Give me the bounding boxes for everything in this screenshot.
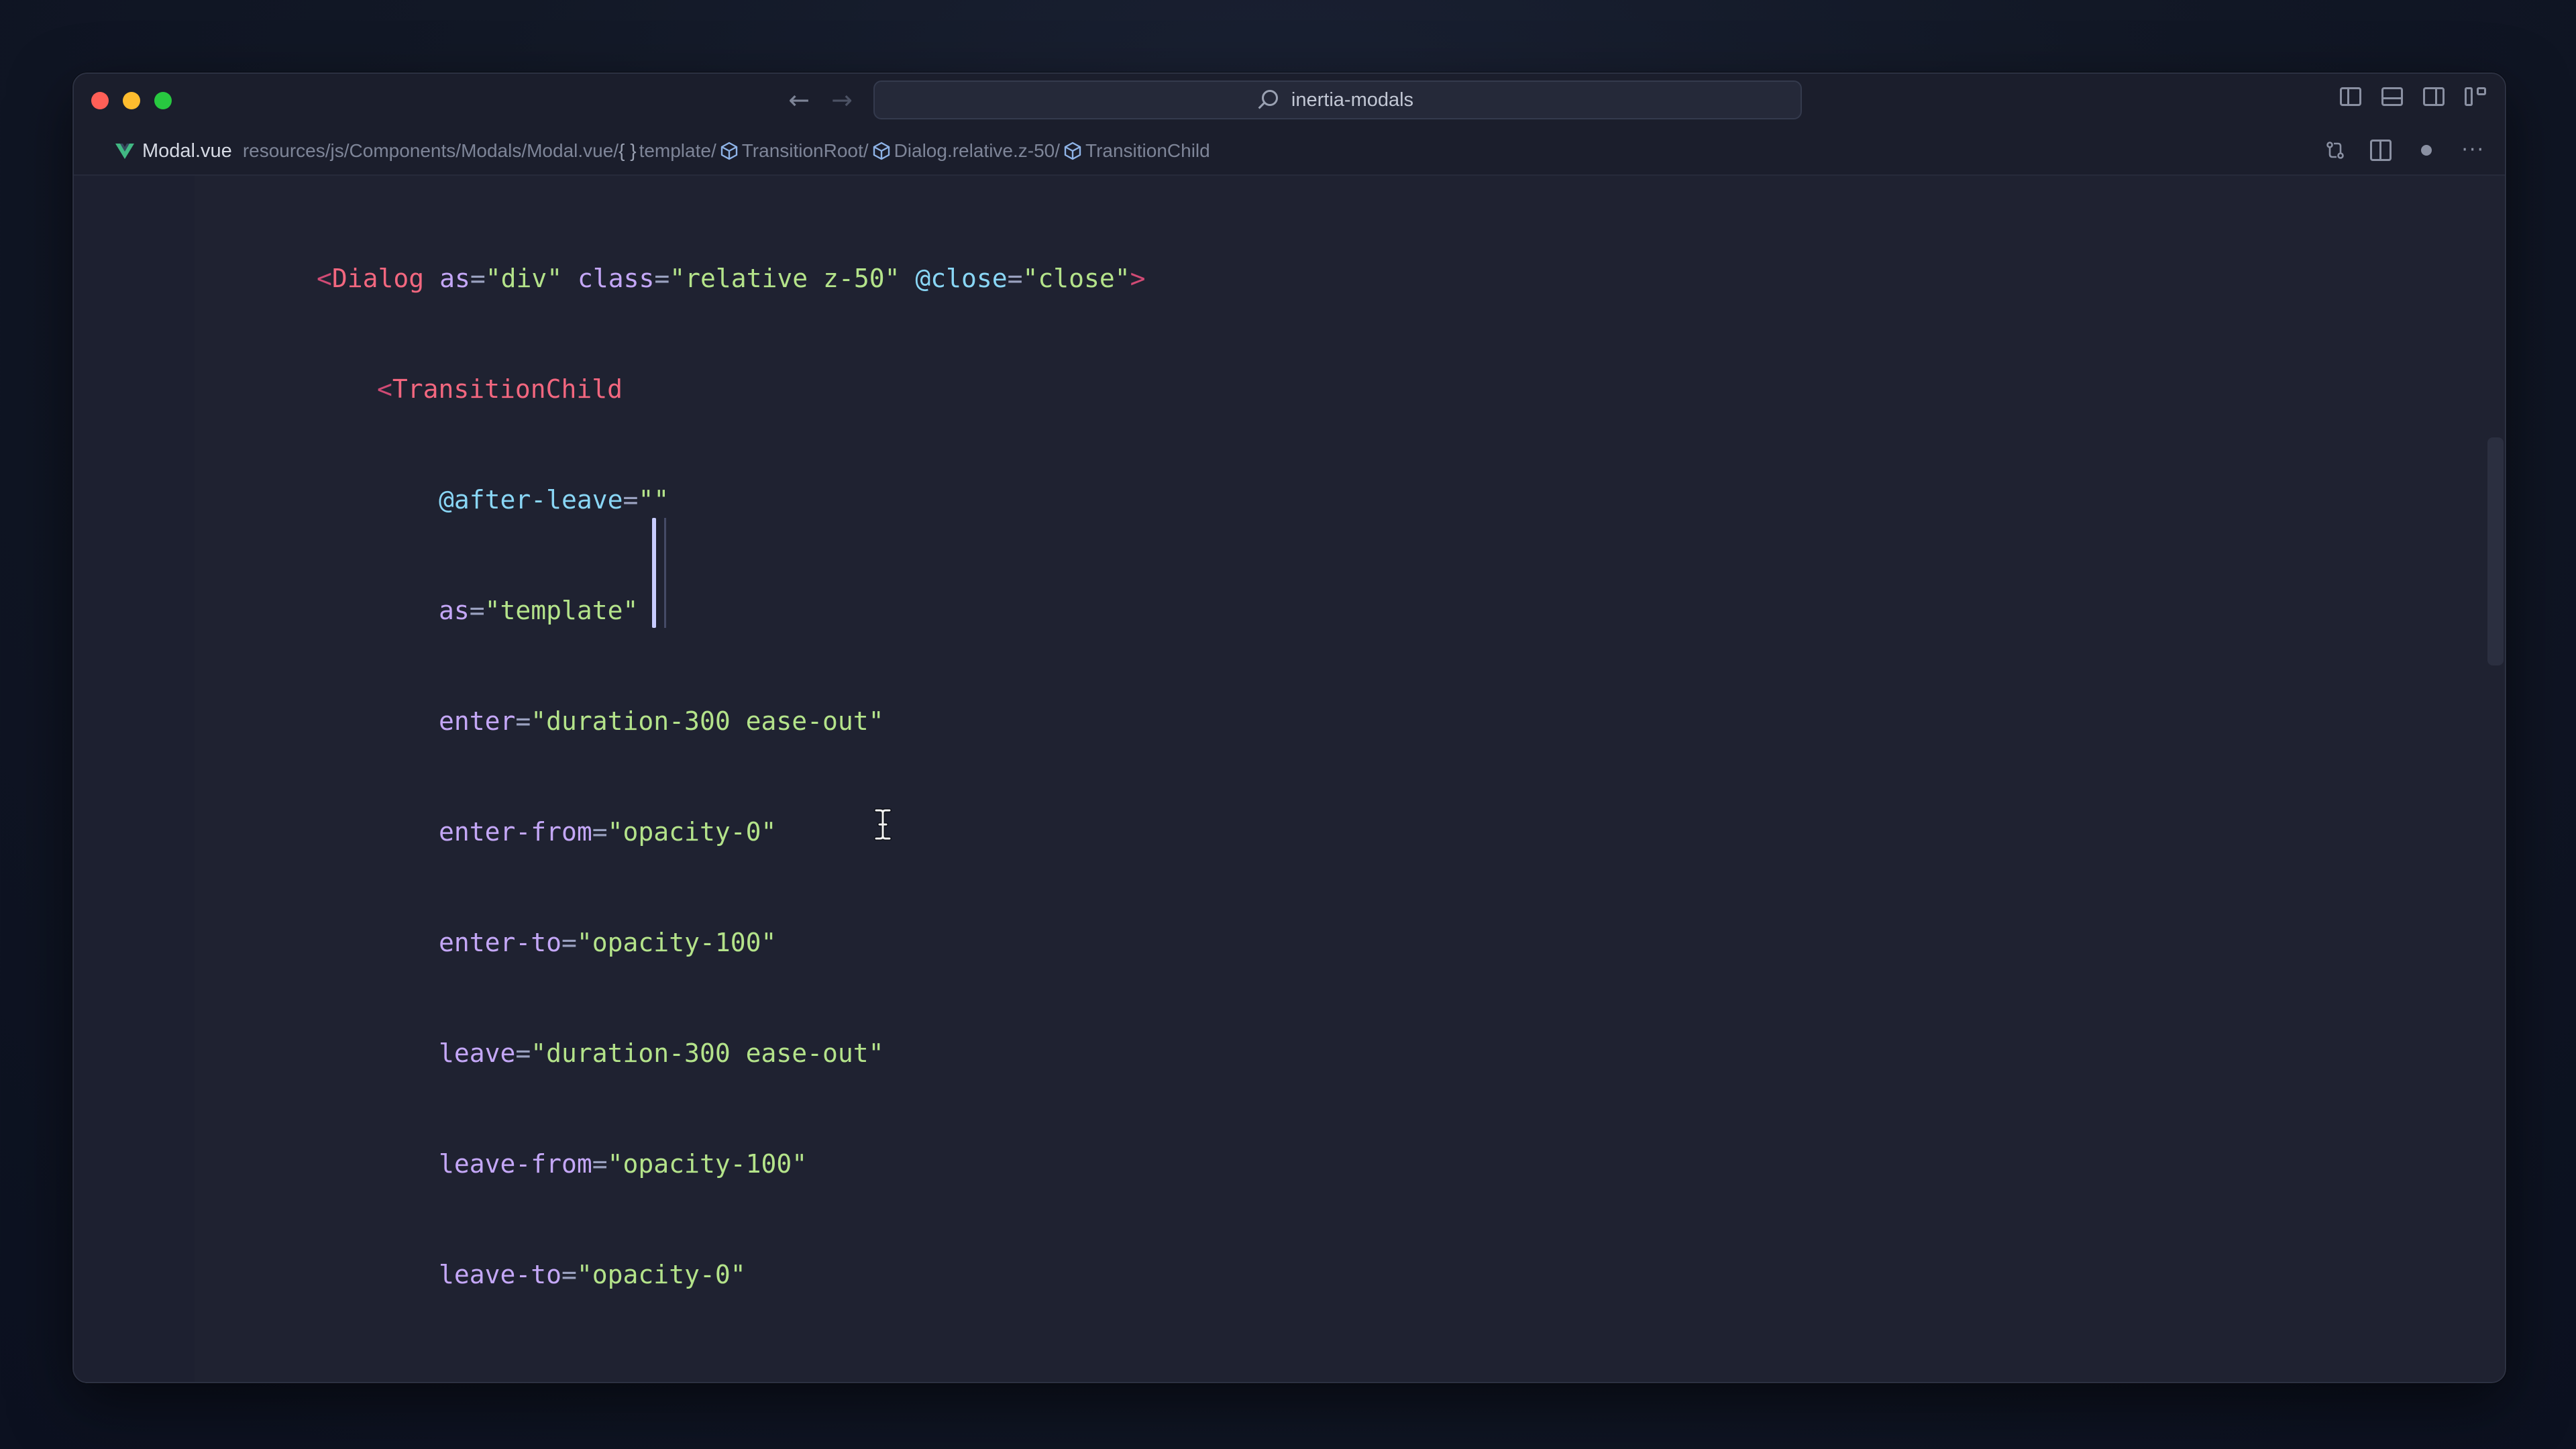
command-search-bar[interactable]: inertia-modals (873, 80, 1802, 119)
equals: = (592, 817, 608, 847)
tag-name: TransitionChild (392, 374, 623, 404)
close-window-button[interactable] (91, 92, 109, 109)
cursor-guide (664, 518, 666, 628)
breadcrumb-item-dialog[interactable]: Dialog.relative.z-50/ (894, 140, 1060, 162)
equals: = (592, 1149, 608, 1179)
vertical-scrollbar[interactable] (2487, 437, 2504, 665)
code-line: enter="duration-300 ease-out" (439, 704, 883, 738)
event-name: @after-leave (439, 485, 623, 515)
cube-icon (720, 142, 737, 160)
maximize-window-button[interactable] (154, 92, 172, 109)
code-line: <TransitionChild (377, 372, 623, 406)
event-name: @close (915, 264, 1008, 293)
attribute-name: as (439, 596, 470, 625)
ibeam-cursor-icon (874, 808, 892, 841)
cube-icon (873, 142, 890, 160)
attribute-value: "opacity-0" (607, 817, 777, 847)
attribute-value: "opacity-100" (576, 928, 777, 957)
attribute-name: class (578, 264, 655, 293)
tag-bracket: < (377, 374, 392, 404)
attribute-value: "template" (484, 596, 639, 625)
code-line: leave="duration-300 ease-out" (439, 1036, 883, 1070)
attribute-value: "close" (1022, 264, 1130, 293)
code-line: as="template" (439, 594, 638, 627)
equals: = (470, 264, 486, 293)
code-line: enter-from="opacity-0" (439, 815, 776, 849)
search-icon (1261, 90, 1278, 106)
code-line: leave-to="opacity-0" (439, 1258, 746, 1291)
vue-logo-icon (115, 144, 134, 159)
breadcrumb-path[interactable]: resources/js/Components/Modals/Modal.vue… (243, 140, 619, 162)
search-text: inertia-modals (1291, 89, 1414, 111)
cube-icon (1064, 142, 1081, 160)
more-actions-icon[interactable]: ··· (2461, 140, 2485, 161)
attribute-value: "opacity-100" (607, 1149, 808, 1179)
attribute-value: "div" (485, 264, 563, 293)
equals: = (561, 1260, 577, 1289)
code-line: enter-to="opacity-100" (439, 926, 776, 959)
breadcrumb-item-template[interactable]: template/ (639, 140, 716, 162)
arrow-right-icon[interactable]: → (825, 83, 859, 117)
minimize-window-button[interactable] (123, 92, 140, 109)
git-compare-icon[interactable] (2324, 140, 2346, 161)
editor-actions: ··· (2324, 140, 2485, 161)
attribute-value: "duration-300 ease-out" (531, 706, 884, 736)
attribute-name: enter-from (439, 817, 592, 847)
arrow-left-icon[interactable]: ← (782, 83, 816, 117)
breadcrumb-bar: Modal.vue resources/js/Components/Modals… (74, 127, 2505, 176)
equals: = (515, 706, 531, 736)
equals: = (469, 596, 485, 625)
split-editor-icon[interactable] (2370, 140, 2392, 161)
code-line: <Dialog as="div" class="relative z-50" @… (317, 262, 1146, 295)
attribute-name: enter (439, 706, 516, 736)
attribute-name: leave-to (439, 1260, 562, 1289)
code-line: leave-from="opacity-100" (439, 1147, 807, 1181)
toggle-left-panel-icon[interactable] (2340, 87, 2361, 106)
equals: = (561, 928, 577, 957)
attribute-name: leave-from (439, 1149, 592, 1179)
editor-window: ← → inertia-modals Modal.vue resources/j… (72, 72, 2506, 1383)
toggle-right-panel-icon[interactable] (2423, 87, 2445, 106)
customize-layout-icon[interactable] (2465, 87, 2486, 106)
line-gutter (74, 176, 195, 1382)
equals: = (654, 264, 670, 293)
breadcrumb-item-transition-root[interactable]: TransitionRoot/ (742, 140, 869, 162)
breadcrumb-file-name[interactable]: Modal.vue (142, 140, 232, 162)
breadcrumb: Modal.vue resources/js/Components/Modals… (115, 127, 1210, 174)
attribute-name: as (439, 264, 470, 293)
attribute-value: "" (638, 485, 669, 515)
equals: = (623, 485, 639, 515)
layout-toolbar (2340, 87, 2486, 106)
tag-bracket: < (317, 264, 332, 293)
attribute-name: leave (439, 1038, 516, 1068)
attribute-value: "duration-300 ease-out" (531, 1038, 884, 1068)
breadcrumb-item-transition-child[interactable]: TransitionChild (1085, 140, 1210, 162)
text-cursor (652, 518, 656, 628)
title-bar: ← → inertia-modals (74, 74, 2505, 127)
template-braces-icon: { } (619, 140, 637, 161)
attribute-name: enter-to (439, 928, 562, 957)
equals: = (515, 1038, 531, 1068)
tag-name: Dialog (331, 264, 425, 293)
code-editor[interactable]: <Dialog as="div" class="relative z-50" @… (74, 176, 2505, 1382)
toggle-bottom-panel-icon[interactable] (2381, 87, 2403, 106)
attribute-value: "opacity-0" (576, 1260, 746, 1289)
code-line: @after-leave="" (439, 483, 669, 517)
unsaved-dot-icon[interactable] (2421, 145, 2432, 156)
tag-bracket: > (1130, 264, 1146, 293)
attribute-value: "relative z-50" (669, 264, 900, 293)
equals: = (1007, 264, 1023, 293)
